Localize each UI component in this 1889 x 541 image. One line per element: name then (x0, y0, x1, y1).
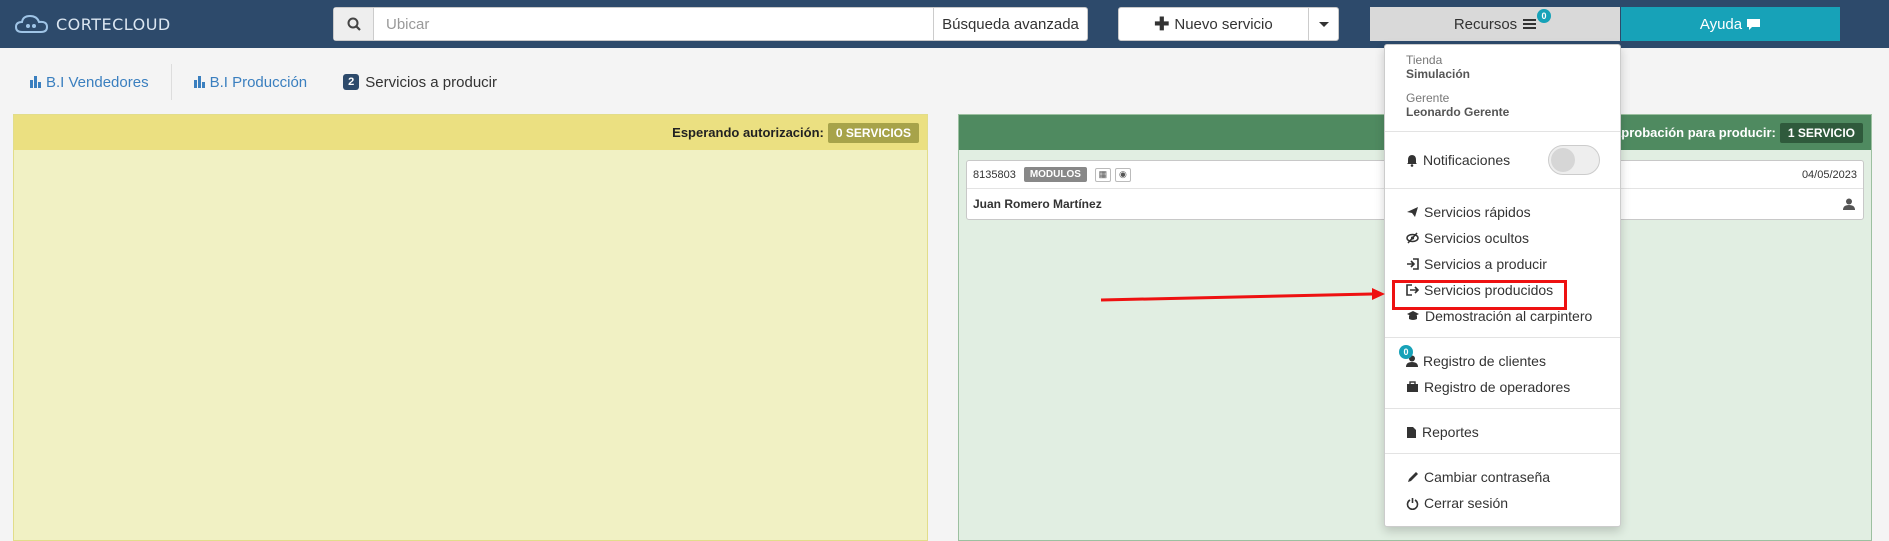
to-produce-label: Servicios a producir (365, 73, 497, 91)
sign-in-icon (1407, 258, 1419, 270)
bar-chart-icon (193, 76, 206, 88)
menu-item-services-to-produce[interactable]: Servicios a producir (1385, 251, 1620, 277)
menu-item-notifications: Notificaciones (1385, 132, 1620, 188)
briefcase-icon (1407, 381, 1418, 392)
top-navbar: CORTECLOUD Búsqueda avanzada ✚ Nuevo ser… (0, 0, 1889, 48)
panel-count-badge: 0 SERVICIOS (827, 122, 919, 143)
power-icon (1406, 497, 1419, 510)
bi-production-label: B.I Producción (209, 73, 308, 91)
quick-services-label: Servicios rápidos (1424, 204, 1531, 220)
service-date: 04/05/2023 (1801, 168, 1857, 181)
service-code: 8135803 (973, 168, 1016, 181)
cloud-logo-icon (14, 14, 49, 33)
logout-label: Cerrar sesión (1424, 495, 1509, 511)
store-label: Tienda (1406, 53, 1443, 67)
menu-item-hidden-services[interactable]: Servicios ocultos (1385, 225, 1620, 251)
services-to-produce-label: Servicios a producir (1424, 256, 1547, 272)
panel-title: o aprobación para producir: (1602, 125, 1776, 140)
notifications-label: Notificaciones (1423, 152, 1511, 168)
annotation-highlight-box (1392, 280, 1567, 310)
resources-menu-button[interactable]: Recursos (1370, 7, 1620, 41)
menu-item-logout[interactable]: Cerrar sesión (1385, 490, 1620, 516)
file-icon (1407, 426, 1416, 438)
divider (170, 64, 172, 100)
search-input[interactable] (374, 8, 933, 40)
menu-item-change-password[interactable]: Cambiar contraseña (1385, 464, 1620, 490)
bi-sellers-link[interactable]: B.I Vendedores (30, 74, 149, 91)
new-service-label: Nuevo servicio (1174, 15, 1273, 33)
bar-chart-icon (30, 76, 42, 88)
brand-logo[interactable]: CORTECLOUD (14, 12, 171, 36)
chevron-down-icon (1318, 21, 1329, 27)
service-type-tag: MODULOS (1023, 167, 1087, 182)
carpenter-demo-label: Demostración al carpintero (1425, 308, 1593, 324)
to-produce-link[interactable]: 2 Servicios a producir (343, 74, 497, 91)
store-value: Simulación (1406, 67, 1471, 81)
new-service-button[interactable]: ✚ Nuevo servicio (1119, 8, 1308, 40)
bi-sellers-label: B.I Vendedores (46, 73, 149, 91)
user-info: Tienda Simulación Gerente Leonardo Geren… (1385, 45, 1620, 131)
notifications-toggle[interactable] (1548, 145, 1600, 175)
manager-value: Leonardo Gerente (1406, 105, 1510, 119)
menu-item-quick-services[interactable]: Servicios rápidos (1385, 199, 1620, 225)
search-icon (347, 17, 361, 31)
resources-label: Recursos (1453, 15, 1518, 33)
bell-icon (1407, 154, 1417, 167)
bi-production-link[interactable]: B.I Producción (193, 73, 308, 91)
menu-item-reports[interactable]: Reportes (1385, 419, 1620, 445)
menu-item-client-registry[interactable]: 0 Registro de clientes (1385, 345, 1620, 374)
plus-icon: ✚ (1154, 13, 1170, 34)
panel-header: Esperando autorización: 0 SERVICIOS (14, 115, 927, 150)
paper-plane-icon (1407, 207, 1418, 217)
graduation-cap-icon (1407, 311, 1419, 320)
client-registry-label: Registro de clientes (1423, 353, 1546, 369)
new-service-dropdown-toggle[interactable] (1308, 8, 1338, 40)
help-button[interactable]: Ayuda (1621, 7, 1840, 41)
menu-icon (1523, 17, 1537, 31)
reports-label: Reportes (1422, 424, 1479, 440)
awaiting-authorization-panel: Esperando autorización: 0 SERVICIOS (13, 114, 928, 541)
menu-item-operator-registry[interactable]: Registro de operadores (1385, 374, 1620, 400)
search-button[interactable] (334, 8, 374, 40)
brand-name: CORTECLOUD (56, 14, 171, 34)
clients-badge: 0 (1399, 345, 1413, 359)
manager-label: Gerente (1406, 91, 1450, 105)
panel-count-badge: 1 SERVICIO (1779, 122, 1863, 143)
user-icon (1843, 198, 1855, 210)
panel-title: Esperando autorización: (672, 125, 824, 140)
annotation-arrow (1100, 288, 1385, 302)
eye-slash-icon[interactable]: ◉ (1114, 167, 1131, 182)
help-label: Ayuda (1699, 15, 1743, 33)
to-produce-count-badge: 2 (343, 74, 360, 90)
change-password-label: Cambiar contraseña (1424, 469, 1551, 485)
hidden-services-label: Servicios ocultos (1424, 230, 1530, 246)
resources-badge: 0 (1537, 9, 1551, 23)
client-name: Juan Romero Martínez (973, 197, 1102, 211)
operator-registry-label: Registro de operadores (1424, 379, 1571, 395)
qr-code-icon[interactable]: ▦ (1094, 167, 1111, 182)
chat-icon (1747, 18, 1761, 30)
eye-slash-icon (1406, 232, 1419, 244)
search-bar: Búsqueda avanzada (333, 7, 1088, 41)
pencil-icon (1408, 471, 1418, 482)
advanced-search-button[interactable]: Búsqueda avanzada (933, 8, 1087, 40)
new-service-group: ✚ Nuevo servicio (1118, 7, 1339, 41)
sub-navigation: B.I Vendedores B.I Producción 2 Servicio… (30, 64, 497, 100)
